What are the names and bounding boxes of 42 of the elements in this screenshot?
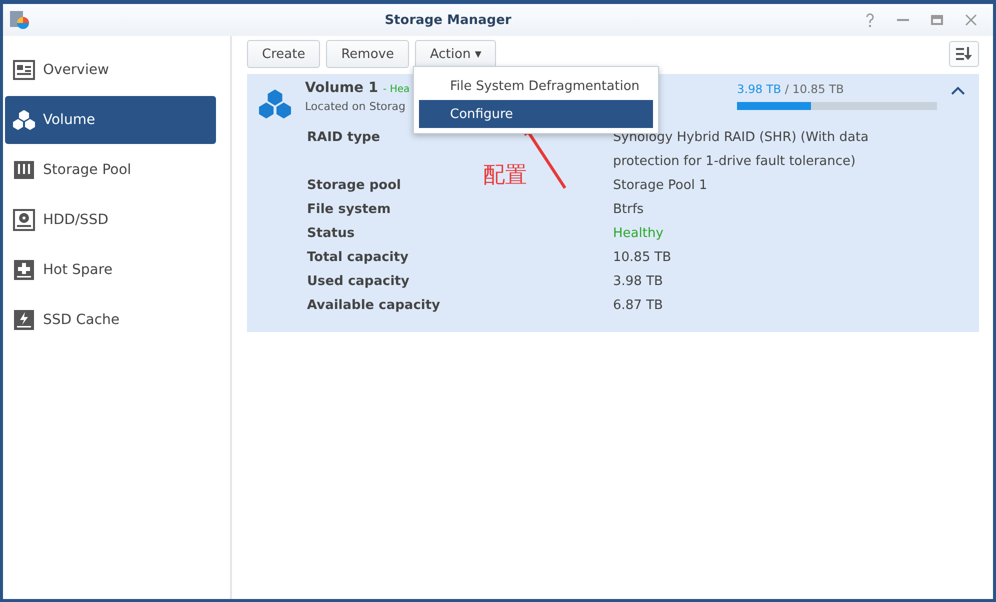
annotation-text: 配置: [483, 162, 527, 190]
usage-text: 3.98 TB / 10.85 TB: [737, 82, 845, 96]
volume-location: Located on Storag: [305, 100, 406, 113]
detail-label: Status: [307, 225, 355, 243]
window-title: Storage Manager: [384, 12, 512, 28]
close-icon[interactable]: [965, 14, 977, 26]
sidebar-item[interactable]: SSD Cache: [5, 296, 216, 344]
sidebar-item[interactable]: Volume: [5, 96, 216, 144]
detail-label: Available capacity: [307, 297, 440, 315]
pool-icon: [13, 160, 35, 180]
detail-label: File system: [307, 201, 391, 219]
toolbar-button[interactable]: Create: [247, 40, 320, 68]
sidebar-item[interactable]: Hot Spare: [5, 246, 216, 294]
detail-label: Storage pool: [307, 177, 401, 195]
sidebar-item[interactable]: Storage Pool: [5, 146, 216, 194]
sort-button[interactable]: [949, 41, 979, 67]
maximize-icon[interactable]: [931, 15, 943, 25]
menu-item[interactable]: Configure: [419, 100, 653, 128]
collapse-button[interactable]: [951, 86, 965, 95]
detail-value: Storage Pool 1: [613, 177, 708, 195]
detail-value: 10.85 TB: [613, 249, 672, 267]
detail-value: Healthy: [613, 225, 664, 243]
detail-value: Btrfs: [613, 201, 645, 219]
toolbar-button[interactable]: Action ▾: [414, 40, 496, 68]
toolbar-button[interactable]: Remove: [326, 40, 409, 68]
volume-name: Volume 1 - Hea: [305, 80, 410, 96]
bolt-drive-icon: [13, 309, 35, 331]
menu-item[interactable]: File System Defragmentation: [419, 72, 653, 100]
sidebar-item[interactable]: Overview: [5, 46, 216, 94]
id-card-icon: [13, 60, 35, 80]
detail-label: Total capacity: [307, 249, 408, 267]
sidebar-item[interactable]: HDD/SSD: [5, 196, 216, 244]
detail-value: 3.98 TB: [613, 273, 664, 291]
detail-label: Used capacity: [307, 273, 410, 291]
help-icon[interactable]: [865, 13, 875, 27]
detail-value: 6.87 TB: [613, 297, 664, 315]
sort-icon: [956, 47, 972, 61]
cubes-icon: [259, 88, 291, 120]
app-icon: [9, 9, 31, 31]
detail-label: RAID type: [307, 129, 380, 147]
cubes-icon: [13, 109, 35, 131]
plus-drive-icon: [13, 259, 35, 281]
